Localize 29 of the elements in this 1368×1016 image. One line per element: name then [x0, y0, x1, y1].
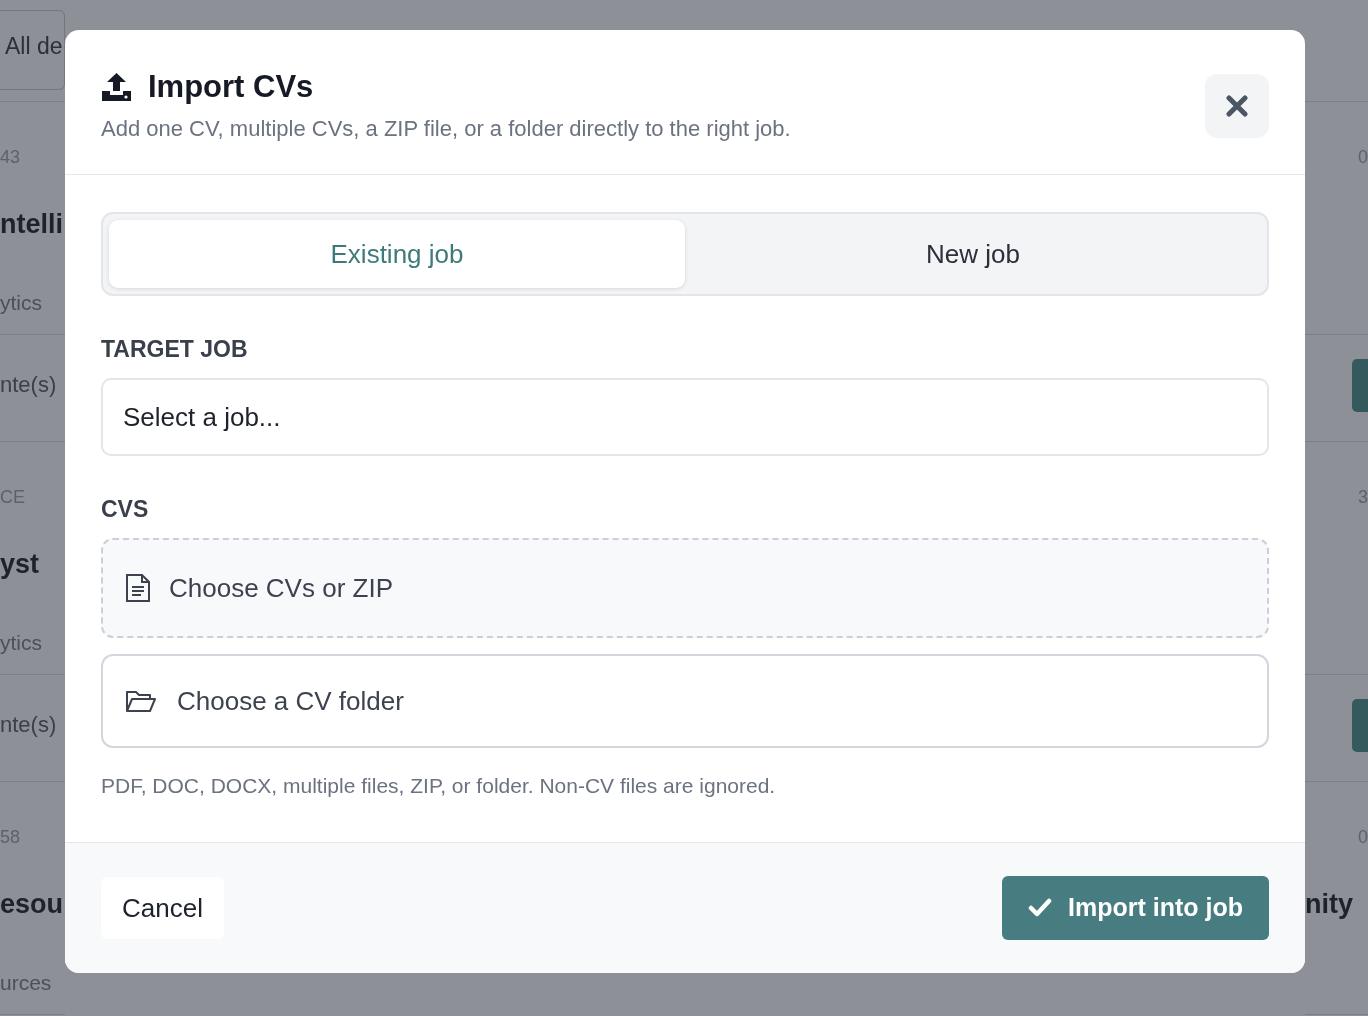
- job-type-tab[interactable]: Existing job: [109, 220, 685, 288]
- card-title: nity: [1305, 888, 1354, 921]
- choose-folder-button[interactable]: Choose a CV folder: [101, 654, 1269, 748]
- card-title: ntelli: [0, 208, 64, 241]
- card-subtitle: urces: [0, 971, 53, 995]
- dialog-title: Import CVs: [148, 68, 314, 106]
- document-icon: [125, 573, 151, 603]
- cancel-button[interactable]: Cancel: [101, 877, 224, 939]
- job-select[interactable]: Select a job...: [101, 378, 1269, 456]
- card-title: esou: [0, 888, 65, 921]
- dialog-subtitle: Add one CV, multiple CVs, a ZIP file, or a folder directly to the right job.: [101, 115, 791, 143]
- card-subtitle: ytics: [0, 631, 43, 655]
- job-type-tab[interactable]: New job: [685, 220, 1261, 288]
- card-button[interactable]: [1352, 359, 1368, 412]
- card-button[interactable]: [1352, 699, 1368, 752]
- help-text: PDF, DOC, DOCX, multiple files, ZIP, or folder. Non-CV files are ignored.: [101, 773, 777, 799]
- close-button[interactable]: [1205, 74, 1269, 138]
- file-drop-zone[interactable]: Choose CVs or ZIP: [101, 538, 1269, 638]
- card-subtitle: ytics: [0, 291, 43, 315]
- close-icon: [1226, 95, 1248, 117]
- card-meta: nte(s): [0, 713, 58, 737]
- field-label: CVS: [101, 495, 150, 524]
- check-icon: [1028, 898, 1053, 918]
- upload-icon: [101, 72, 132, 102]
- folder-icon: [125, 689, 157, 713]
- card-title: yst: [0, 548, 41, 581]
- import-button[interactable]: Import into job: [1002, 876, 1269, 940]
- field-label: TARGET JOB: [101, 335, 249, 364]
- card-meta: nte(s): [0, 373, 58, 397]
